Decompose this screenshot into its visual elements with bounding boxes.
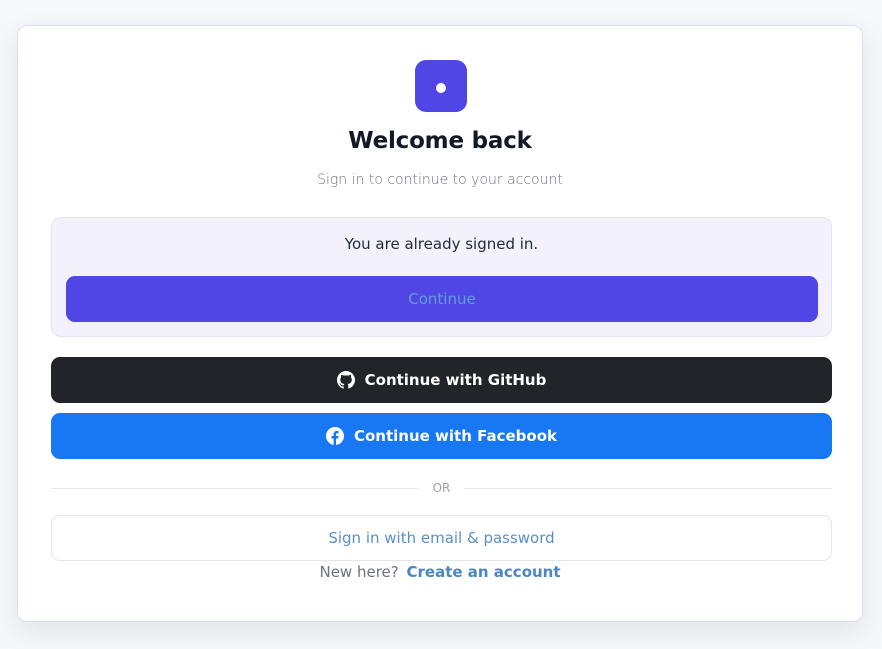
page-title: Welcome back xyxy=(348,128,532,154)
github-login-button[interactable]: Continue with GitHub xyxy=(51,357,832,403)
continue-button[interactable]: Continue xyxy=(66,276,818,322)
page-subtitle: Sign in to continue to your account xyxy=(317,172,563,188)
facebook-login-button[interactable]: Continue with Facebook xyxy=(51,413,832,459)
logo-dot xyxy=(436,83,446,93)
email-password-signin-button[interactable]: Sign in with email & password xyxy=(51,515,832,561)
divider-line-right xyxy=(464,487,833,489)
signed-in-message: You are already signed in. xyxy=(344,235,539,253)
signup-prompt: New here? Create an account xyxy=(18,563,862,581)
signed-in-notice: You are already signed in. Continue xyxy=(51,217,832,337)
continue-button-label: Continue xyxy=(408,290,476,308)
github-icon xyxy=(336,371,355,389)
signup-prompt-text: New here? xyxy=(319,563,399,581)
facebook-icon xyxy=(325,427,344,445)
login-card: Welcome back Sign in to continue to your… xyxy=(17,25,863,622)
divider-line-left xyxy=(51,487,419,489)
github-button-label: Continue with GitHub xyxy=(364,371,547,389)
or-divider: OR xyxy=(51,479,833,497)
email-button-label: Sign in with email & password xyxy=(328,529,555,547)
app-logo-icon xyxy=(415,60,467,112)
facebook-button-label: Continue with Facebook xyxy=(353,427,557,445)
create-account-link[interactable]: Create an account xyxy=(407,563,561,581)
divider-text: OR xyxy=(432,481,451,495)
